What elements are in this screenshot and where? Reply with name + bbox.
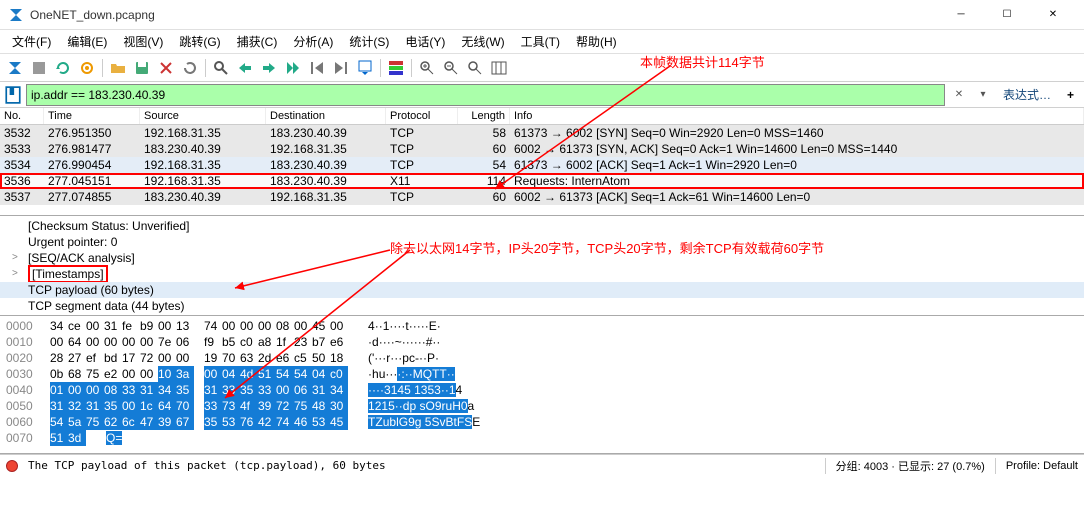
detail-line[interactable]: >[SEQ/ACK analysis] (0, 250, 1084, 266)
colorize-icon[interactable] (385, 57, 407, 79)
hex-row[interactable]: 0060545a75626c4739673553764274465345TZub… (6, 414, 1078, 430)
expression-button[interactable]: 表达式… (997, 86, 1057, 103)
menu-wireless[interactable]: 无线(W) (453, 31, 512, 52)
next-icon[interactable] (258, 57, 280, 79)
find-icon[interactable] (210, 57, 232, 79)
status-right: Profile: Default (1006, 460, 1078, 472)
app-icon (8, 7, 24, 23)
filter-input[interactable] (26, 84, 945, 106)
hex-row[interactable]: 004001000008333134353133353300063134····… (6, 382, 1078, 398)
menubar: 文件(F) 编辑(E) 视图(V) 跳转(G) 捕获(C) 分析(A) 统计(S… (0, 30, 1084, 54)
col-no[interactable]: No. (0, 108, 44, 124)
menu-file[interactable]: 文件(F) (4, 31, 59, 52)
resize-columns-icon[interactable] (488, 57, 510, 79)
statusbar: The TCP payload of this packet (tcp.payl… (0, 454, 1084, 476)
col-proto[interactable]: Protocol (386, 108, 458, 124)
titlebar: OneNET_down.pcapng ─ ☐ ✕ (0, 0, 1084, 30)
menu-help[interactable]: 帮助(H) (568, 31, 625, 52)
clear-filter-icon[interactable]: ✕ (949, 85, 969, 105)
first-icon[interactable] (306, 57, 328, 79)
start-capture-icon[interactable] (4, 57, 26, 79)
packet-header: No. Time Source Destination Protocol Len… (0, 108, 1084, 125)
menu-tools[interactable]: 工具(T) (513, 31, 568, 52)
col-info[interactable]: Info (510, 108, 1084, 124)
filterbar: ✕ ▾ 表达式… + (0, 82, 1084, 108)
options-icon[interactable] (76, 57, 98, 79)
window-title: OneNET_down.pcapng (30, 8, 938, 22)
close-file-icon[interactable] (155, 57, 177, 79)
detail-line[interactable]: Urgent pointer: 0 (0, 234, 1084, 250)
menu-capture[interactable]: 捕获(C) (229, 31, 286, 52)
packet-row[interactable]: 3532276.951350192.168.31.35183.230.40.39… (0, 125, 1084, 141)
detail-line[interactable]: TCP segment data (44 bytes) (0, 298, 1084, 314)
packet-row[interactable]: 3537277.074855183.230.40.39192.168.31.35… (0, 189, 1084, 205)
separator (205, 59, 206, 77)
menu-edit[interactable]: 编辑(E) (59, 31, 115, 52)
status-left: The TCP payload of this packet (tcp.payl… (28, 459, 386, 472)
col-dst[interactable]: Destination (266, 108, 386, 124)
toolbar (0, 54, 1084, 82)
hex-row[interactable]: 00202827efbd177200001970632de6c55018('··… (6, 350, 1078, 366)
stop-capture-icon[interactable] (28, 57, 50, 79)
separator (380, 59, 381, 77)
separator (411, 59, 412, 77)
hex-pane[interactable]: 000034ce0031feb9001374000000080045004··1… (0, 316, 1084, 454)
zoom-reset-icon[interactable] (464, 57, 486, 79)
menu-tele[interactable]: 电话(Y) (397, 31, 453, 52)
menu-view[interactable]: 视图(V) (115, 31, 171, 52)
col-time[interactable]: Time (44, 108, 140, 124)
zoom-out-icon[interactable] (440, 57, 462, 79)
hex-row[interactable]: 0070513dQ= (6, 430, 1078, 446)
open-icon[interactable] (107, 57, 129, 79)
col-len[interactable]: Length (458, 108, 510, 124)
hex-row[interactable]: 00100064000000007e06f9b5c0a81f23b7e6·d··… (6, 334, 1078, 350)
detail-line[interactable]: >[Timestamps] (0, 266, 1084, 282)
add-filter-button[interactable]: + (1061, 88, 1080, 102)
auto-scroll-icon[interactable] (354, 57, 376, 79)
apply-filter-icon[interactable]: ▾ (973, 85, 993, 105)
packet-row[interactable]: 3534276.990454192.168.31.35183.230.40.39… (0, 157, 1084, 173)
reload-icon[interactable] (179, 57, 201, 79)
detail-line[interactable]: [Checksum Status: Unverified] (0, 218, 1084, 234)
zoom-in-icon[interactable] (416, 57, 438, 79)
jump-icon[interactable] (282, 57, 304, 79)
expert-info-icon[interactable] (6, 460, 18, 472)
packet-list-pane[interactable]: No. Time Source Destination Protocol Len… (0, 108, 1084, 216)
close-button[interactable]: ✕ (1030, 0, 1076, 30)
bookmark-icon[interactable] (4, 86, 22, 104)
hex-row[interactable]: 00300b6875e20000103a00044d51545404c0·hu·… (6, 366, 1078, 382)
hex-row[interactable]: 005031323135001c647033734f39727548301215… (6, 398, 1078, 414)
col-src[interactable]: Source (140, 108, 266, 124)
restart-capture-icon[interactable] (52, 57, 74, 79)
separator (102, 59, 103, 77)
prev-icon[interactable] (234, 57, 256, 79)
minimize-button[interactable]: ─ (938, 0, 984, 30)
menu-jump[interactable]: 跳转(G) (171, 31, 228, 52)
maximize-button[interactable]: ☐ (984, 0, 1030, 30)
detail-line[interactable]: TCP payload (60 bytes) (0, 282, 1084, 298)
packet-row[interactable]: 3536277.045151192.168.31.35183.230.40.39… (0, 173, 1084, 189)
menu-analyze[interactable]: 分析(A) (285, 31, 341, 52)
hex-row[interactable]: 000034ce0031feb9001374000000080045004··1… (6, 318, 1078, 334)
menu-stats[interactable]: 统计(S) (341, 31, 397, 52)
last-icon[interactable] (330, 57, 352, 79)
packet-row[interactable]: 3533276.981477183.230.40.39192.168.31.35… (0, 141, 1084, 157)
save-icon[interactable] (131, 57, 153, 79)
status-mid: 分组: 4003 · 已显示: 27 (0.7%) (836, 458, 985, 474)
detail-pane[interactable]: [Checksum Status: Unverified]Urgent poin… (0, 216, 1084, 316)
packet-list: 3532276.951350192.168.31.35183.230.40.39… (0, 125, 1084, 205)
